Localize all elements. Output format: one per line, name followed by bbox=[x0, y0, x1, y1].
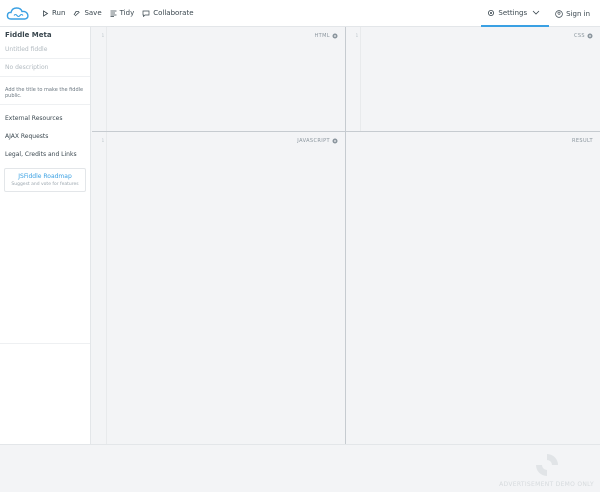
watermark-text: ADVERTISEMENT DEMO ONLY bbox=[499, 481, 594, 488]
gear-icon bbox=[488, 9, 495, 16]
gear-icon[interactable] bbox=[587, 33, 593, 39]
collaborate-label: Collaborate bbox=[153, 9, 194, 17]
sidebar-title: Fiddle Meta bbox=[5, 31, 52, 39]
horizontal-splitter[interactable] bbox=[92, 131, 600, 132]
run-label: Run bbox=[52, 9, 66, 17]
fiddle-title-input[interactable]: Untitled fiddle bbox=[0, 41, 90, 59]
settings-button[interactable]: Settings bbox=[481, 0, 550, 27]
settings-label: Settings bbox=[498, 8, 528, 17]
javascript-panel-label: JAVASCRIPT bbox=[297, 138, 338, 144]
sidebar-item-external-resources[interactable]: External Resources bbox=[0, 109, 90, 127]
user-circle-icon bbox=[555, 9, 563, 18]
css-gutter: 1 bbox=[346, 27, 361, 131]
result-panel[interactable]: RESULT bbox=[346, 132, 600, 444]
signin-label: Sign in bbox=[566, 9, 590, 18]
watermark: ADVERTISEMENT DEMO ONLY bbox=[499, 451, 594, 488]
vertical-splitter[interactable] bbox=[345, 27, 346, 444]
footer: ADVERTISEMENT DEMO ONLY bbox=[0, 444, 600, 492]
javascript-panel[interactable]: 1 JAVASCRIPT bbox=[92, 132, 345, 444]
public-hint: Add the title to make the fiddle public. bbox=[0, 81, 90, 105]
gear-icon[interactable] bbox=[332, 138, 338, 144]
play-icon bbox=[43, 9, 49, 17]
roadmap-subtitle: Suggest and vote for features bbox=[11, 182, 79, 187]
roadmap-title: JSFiddle Roadmap bbox=[18, 173, 72, 180]
html-gutter: 1 bbox=[92, 27, 107, 131]
toolbar: Run Save Tidy Collaborate Settings Sign … bbox=[0, 0, 600, 27]
gear-icon[interactable] bbox=[332, 33, 338, 39]
collaborate-button[interactable]: Collaborate bbox=[142, 9, 194, 17]
sidebar-item-ajax-requests[interactable]: AJAX Requests bbox=[0, 127, 90, 145]
cloud-upload-icon bbox=[74, 10, 81, 16]
watermark-logo-icon bbox=[535, 454, 558, 476]
chat-bubble-icon bbox=[142, 10, 150, 17]
signin-button[interactable]: Sign in bbox=[549, 10, 600, 18]
css-panel-label: CSS bbox=[574, 33, 593, 39]
sidebar-divider bbox=[0, 343, 90, 344]
jsfiddle-logo-icon[interactable] bbox=[6, 5, 30, 22]
sidebar-item-legal-credits[interactable]: Legal, Credits and Links bbox=[0, 145, 90, 163]
tidy-button[interactable]: Tidy bbox=[110, 9, 135, 17]
javascript-gutter: 1 bbox=[92, 132, 107, 444]
save-button[interactable]: Save bbox=[73, 9, 102, 17]
chevron-down-icon bbox=[532, 10, 540, 15]
roadmap-card[interactable]: JSFiddle Roadmap Suggest and vote for fe… bbox=[4, 168, 86, 192]
tidy-label: Tidy bbox=[119, 9, 135, 17]
align-lines-icon bbox=[110, 10, 117, 17]
html-panel-label: HTML bbox=[314, 33, 338, 39]
css-panel[interactable]: 1 CSS bbox=[346, 27, 600, 131]
fiddle-description-input[interactable]: No description bbox=[0, 59, 90, 77]
html-panel[interactable]: 1 HTML bbox=[92, 27, 345, 131]
sidebar: Fiddle Meta Untitled fiddle No descripti… bbox=[0, 27, 91, 444]
save-label: Save bbox=[84, 9, 102, 17]
result-panel-label: RESULT bbox=[571, 138, 593, 144]
run-button[interactable]: Run bbox=[42, 9, 65, 17]
